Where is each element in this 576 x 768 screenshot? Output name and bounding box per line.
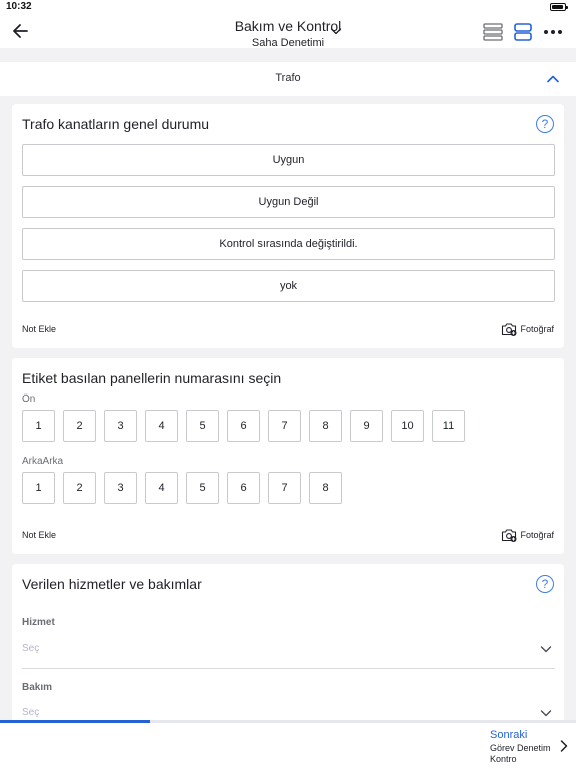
question-title: Verilen hizmetler ve bakımlar [22, 576, 202, 592]
help-icon[interactable]: ? [536, 575, 554, 593]
add-photo-button[interactable]: Fotoğraf [501, 528, 554, 542]
panel-number-button[interactable]: 2 [63, 410, 96, 442]
row-label-arka: ArkaArka [22, 456, 64, 467]
chevron-down-icon[interactable] [540, 706, 552, 718]
bottom-bar: Sonraki Görev Denetim Kontro [0, 723, 576, 768]
chevron-right-icon [558, 739, 570, 753]
panel-number-button[interactable]: 3 [104, 472, 137, 504]
question-title: Etiket basılan panellerin numarasını seç… [22, 370, 282, 386]
hizmet-select[interactable]: Seç [22, 643, 39, 654]
status-time: 10:32 [6, 1, 32, 12]
panel-number-button[interactable]: 4 [145, 472, 178, 504]
divider [22, 668, 555, 669]
camera-add-icon [502, 529, 517, 542]
hizmet-label: Hizmet [22, 617, 55, 628]
next-title: Sonraki [490, 729, 528, 741]
panel-number-button[interactable]: 8 [309, 410, 342, 442]
option-button[interactable]: Uygun Değil [22, 186, 555, 218]
panel-number-button[interactable]: 6 [227, 410, 260, 442]
chevron-up-icon[interactable] [546, 72, 560, 86]
add-note-button[interactable]: Not Ekle [22, 530, 56, 540]
option-button[interactable]: Kontrol sırasında değiştirildi. [22, 228, 555, 260]
panel-number-button[interactable]: 4 [145, 410, 178, 442]
chevron-down-icon[interactable] [540, 642, 552, 654]
panel-number-button[interactable]: 2 [63, 472, 96, 504]
list-view-icon[interactable] [482, 22, 504, 42]
panel-number-button[interactable]: 6 [227, 472, 260, 504]
question-card-trafo-kanat: Trafo kanatların genel durumu ? Uygun Uy… [12, 104, 564, 348]
next-button[interactable]: Sonraki Görev Denetim Kontro [490, 729, 574, 765]
question-card-services: Verilen hizmetler ve bakımlar ? Hizmet S… [12, 564, 564, 720]
help-icon[interactable]: ? [536, 115, 554, 133]
card-view-icon[interactable] [512, 22, 534, 42]
add-photo-label: Fotoğraf [520, 530, 554, 540]
nav-bar: Bakım ve Kontrol Saha Denetimi [0, 14, 576, 49]
panel-number-button[interactable]: 10 [391, 410, 424, 442]
panel-number-button[interactable]: 9 [350, 410, 383, 442]
add-note-button[interactable]: Not Ekle [22, 324, 56, 334]
option-button[interactable]: Uygun [22, 144, 555, 176]
battery-icon [550, 3, 568, 11]
section-header-trafo[interactable]: Trafo [0, 62, 576, 96]
panel-number-button[interactable]: 7 [268, 410, 301, 442]
panel-number-button[interactable]: 5 [186, 472, 219, 504]
camera-add-icon [502, 323, 517, 336]
option-button[interactable]: yok [22, 270, 555, 302]
panel-number-button[interactable]: 3 [104, 410, 137, 442]
status-bar: 10:32 [0, 0, 576, 14]
panel-number-button[interactable]: 1 [22, 472, 55, 504]
question-card-panel-numbers: Etiket basılan panellerin numarasını seç… [12, 358, 564, 554]
question-title: Trafo kanatların genel durumu [22, 116, 210, 132]
section-title: Trafo [275, 72, 301, 84]
bakim-label: Bakım [22, 682, 53, 693]
panel-number-button[interactable]: 5 [186, 410, 219, 442]
bakim-select[interactable]: Seç [22, 707, 39, 718]
panel-number-button[interactable]: 7 [268, 472, 301, 504]
more-icon[interactable] [542, 22, 564, 42]
panel-number-button[interactable]: 8 [309, 472, 342, 504]
add-photo-label: Fotoğraf [520, 324, 554, 334]
row-label-on: Ön [22, 394, 36, 405]
panel-number-button[interactable]: 11 [432, 410, 465, 442]
panel-number-button[interactable]: 1 [22, 410, 55, 442]
add-photo-button[interactable]: Fotoğraf [501, 322, 554, 336]
next-subtitle: Görev Denetim Kontro [490, 743, 551, 764]
page-title[interactable]: Bakım ve Kontrol [235, 18, 342, 34]
chevron-down-icon[interactable] [330, 24, 342, 36]
